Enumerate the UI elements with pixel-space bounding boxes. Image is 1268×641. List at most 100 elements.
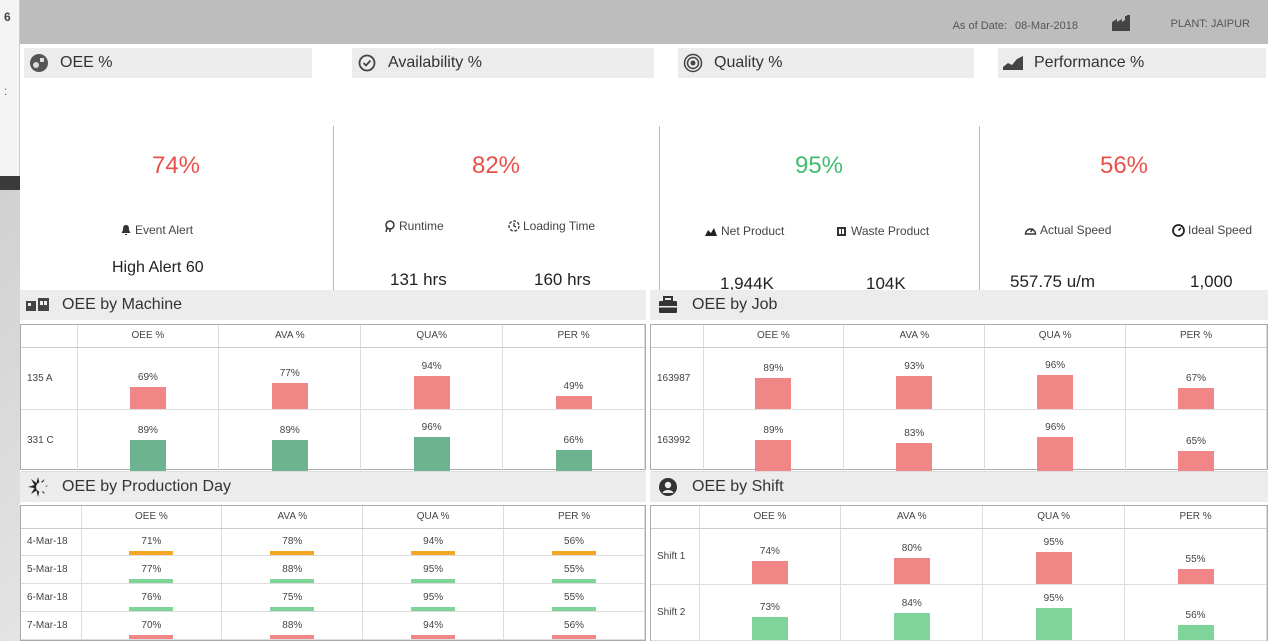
metric-cell[interactable]: 77% <box>218 347 362 410</box>
metric-cell[interactable]: 94% <box>362 528 505 557</box>
timer-icon <box>508 220 520 232</box>
area-chart-icon <box>1002 52 1024 74</box>
table-header-row: OEE % AVA % QUA% PER % <box>21 325 645 348</box>
metric-cell[interactable]: 56% <box>503 611 645 640</box>
table-row[interactable]: Shift 1 74% 80% 95% 55% <box>651 528 1267 585</box>
column-header[interactable]: PER % <box>1125 325 1267 348</box>
metric-bar <box>413 375 450 409</box>
metric-cell[interactable]: 95% <box>982 584 1126 641</box>
as-of-date: As of Date: 08-Mar-2018 <box>953 20 1078 32</box>
column-header[interactable]: OEE % <box>77 325 220 348</box>
row-label: 6-Mar-18 <box>21 583 82 613</box>
metric-cell[interactable]: 69% <box>77 347 220 410</box>
metric-bar <box>751 560 788 584</box>
metric-cell[interactable]: 83% <box>843 409 986 472</box>
metric-cell[interactable]: 67% <box>1125 347 1267 410</box>
metric-value: 67% <box>1186 372 1207 384</box>
table-row[interactable]: 135 A 69% 77% 94% 49% <box>21 347 645 410</box>
metric-cell[interactable]: 96% <box>984 347 1127 410</box>
column-header[interactable]: QUA % <box>984 325 1127 348</box>
metric-cell[interactable]: 66% <box>502 409 645 472</box>
metric-cell[interactable]: 76% <box>81 583 223 613</box>
metric-cell[interactable]: 65% <box>1125 409 1267 472</box>
metric-cell[interactable]: 56% <box>1124 584 1267 641</box>
column-header[interactable]: PER % <box>503 506 645 529</box>
table-row[interactable]: 7-Mar-18 70% 88% 94% 56% <box>21 611 645 640</box>
metric-cell[interactable]: 71% <box>81 528 223 557</box>
table-row[interactable]: 5-Mar-18 77% 88% 95% 55% <box>21 555 645 585</box>
metric-cell[interactable]: 93% <box>843 347 986 410</box>
event-alert-text: Event Alert <box>135 223 194 237</box>
column-header[interactable]: OEE % <box>699 506 842 529</box>
metric-cell[interactable]: 84% <box>840 584 984 641</box>
column-header[interactable]: QUA % <box>982 506 1126 529</box>
column-header[interactable]: AVA % <box>843 325 986 348</box>
column-header[interactable]: OEE % <box>703 325 845 348</box>
column-header[interactable]: OEE % <box>81 506 223 529</box>
table-row[interactable]: 163992 89% 83% 96% 65% <box>651 409 1267 472</box>
table-row[interactable]: 4-Mar-18 71% 78% 94% 56% <box>21 528 645 557</box>
row-label: Shift 1 <box>651 528 700 585</box>
machine-panel-header: OEE by Machine <box>20 290 646 320</box>
background-mark: : <box>4 84 8 98</box>
table-row[interactable]: 6-Mar-18 76% 75% 95% 55% <box>21 583 645 613</box>
kpi-oee-title: OEE % <box>60 54 113 71</box>
metric-value: 69% <box>137 371 158 383</box>
metric-bar <box>411 634 456 639</box>
metric-bar <box>893 557 930 584</box>
metric-cell[interactable]: 55% <box>503 555 645 585</box>
metric-value: 83% <box>904 427 925 439</box>
table-row[interactable]: 163987 89% 93% 96% 67% <box>651 347 1267 410</box>
column-header[interactable]: PER % <box>1124 506 1267 529</box>
metric-cell[interactable]: 55% <box>503 583 645 613</box>
metric-cell[interactable]: 56% <box>503 528 645 557</box>
user-circle-icon <box>656 476 680 498</box>
metric-cell[interactable]: 75% <box>221 583 364 613</box>
metric-cell[interactable]: 78% <box>221 528 364 557</box>
column-header[interactable]: AVA % <box>221 506 364 529</box>
column-header[interactable]: AVA % <box>840 506 984 529</box>
metric-cell[interactable]: 88% <box>221 555 364 585</box>
metric-cell[interactable]: 94% <box>362 611 505 640</box>
table-corner <box>651 325 704 348</box>
column-header[interactable]: AVA % <box>218 325 362 348</box>
table-row[interactable]: Shift 2 73% 84% 95% 56% <box>651 584 1267 641</box>
column-header[interactable]: QUA % <box>362 506 505 529</box>
job-table: OEE % AVA % QUA % PER % 163987 89% 93% 96% 67% 16… <box>650 324 1268 472</box>
metric-bar <box>1178 387 1215 409</box>
metric-value: 88% <box>282 619 303 631</box>
metric-cell[interactable]: 70% <box>81 611 223 640</box>
job-panel-title: OEE by Job <box>692 296 778 313</box>
metric-cell[interactable]: 80% <box>840 528 984 585</box>
metric-cell[interactable]: 49% <box>502 347 645 410</box>
metric-cell[interactable]: 95% <box>982 528 1126 585</box>
metric-cell[interactable]: 89% <box>218 409 362 472</box>
metric-cell[interactable]: 88% <box>221 611 364 640</box>
metric-cell[interactable]: 77% <box>81 555 223 585</box>
metric-bar <box>896 442 933 471</box>
metric-bar <box>1037 436 1074 471</box>
table-corner <box>651 506 700 529</box>
row-label: 4-Mar-18 <box>21 528 82 557</box>
metric-value: 73% <box>759 601 780 613</box>
kpi-oee-value: 74% <box>151 152 201 179</box>
metric-cell[interactable]: 89% <box>703 347 845 410</box>
metric-cell[interactable]: 89% <box>703 409 845 472</box>
metric-cell[interactable]: 74% <box>699 528 842 585</box>
metric-value: 94% <box>423 535 444 547</box>
metric-cell[interactable]: 96% <box>984 409 1127 472</box>
metric-cell[interactable]: 73% <box>699 584 842 641</box>
event-alert-value[interactable]: High Alert 60 <box>112 259 204 277</box>
table-row[interactable]: 331 C 89% 89% 96% 66% <box>21 409 645 472</box>
metric-value: 96% <box>1045 421 1066 433</box>
column-header[interactable]: PER % <box>502 325 645 348</box>
metric-cell[interactable]: 96% <box>360 409 504 472</box>
as-of-value: 08-Mar-2018 <box>1015 20 1078 32</box>
metric-value: 89% <box>763 424 784 436</box>
column-header[interactable]: QUA% <box>360 325 504 348</box>
metric-cell[interactable]: 95% <box>362 583 505 613</box>
metric-cell[interactable]: 94% <box>360 347 504 410</box>
metric-cell[interactable]: 55% <box>1124 528 1267 585</box>
metric-cell[interactable]: 89% <box>77 409 220 472</box>
metric-cell[interactable]: 95% <box>362 555 505 585</box>
